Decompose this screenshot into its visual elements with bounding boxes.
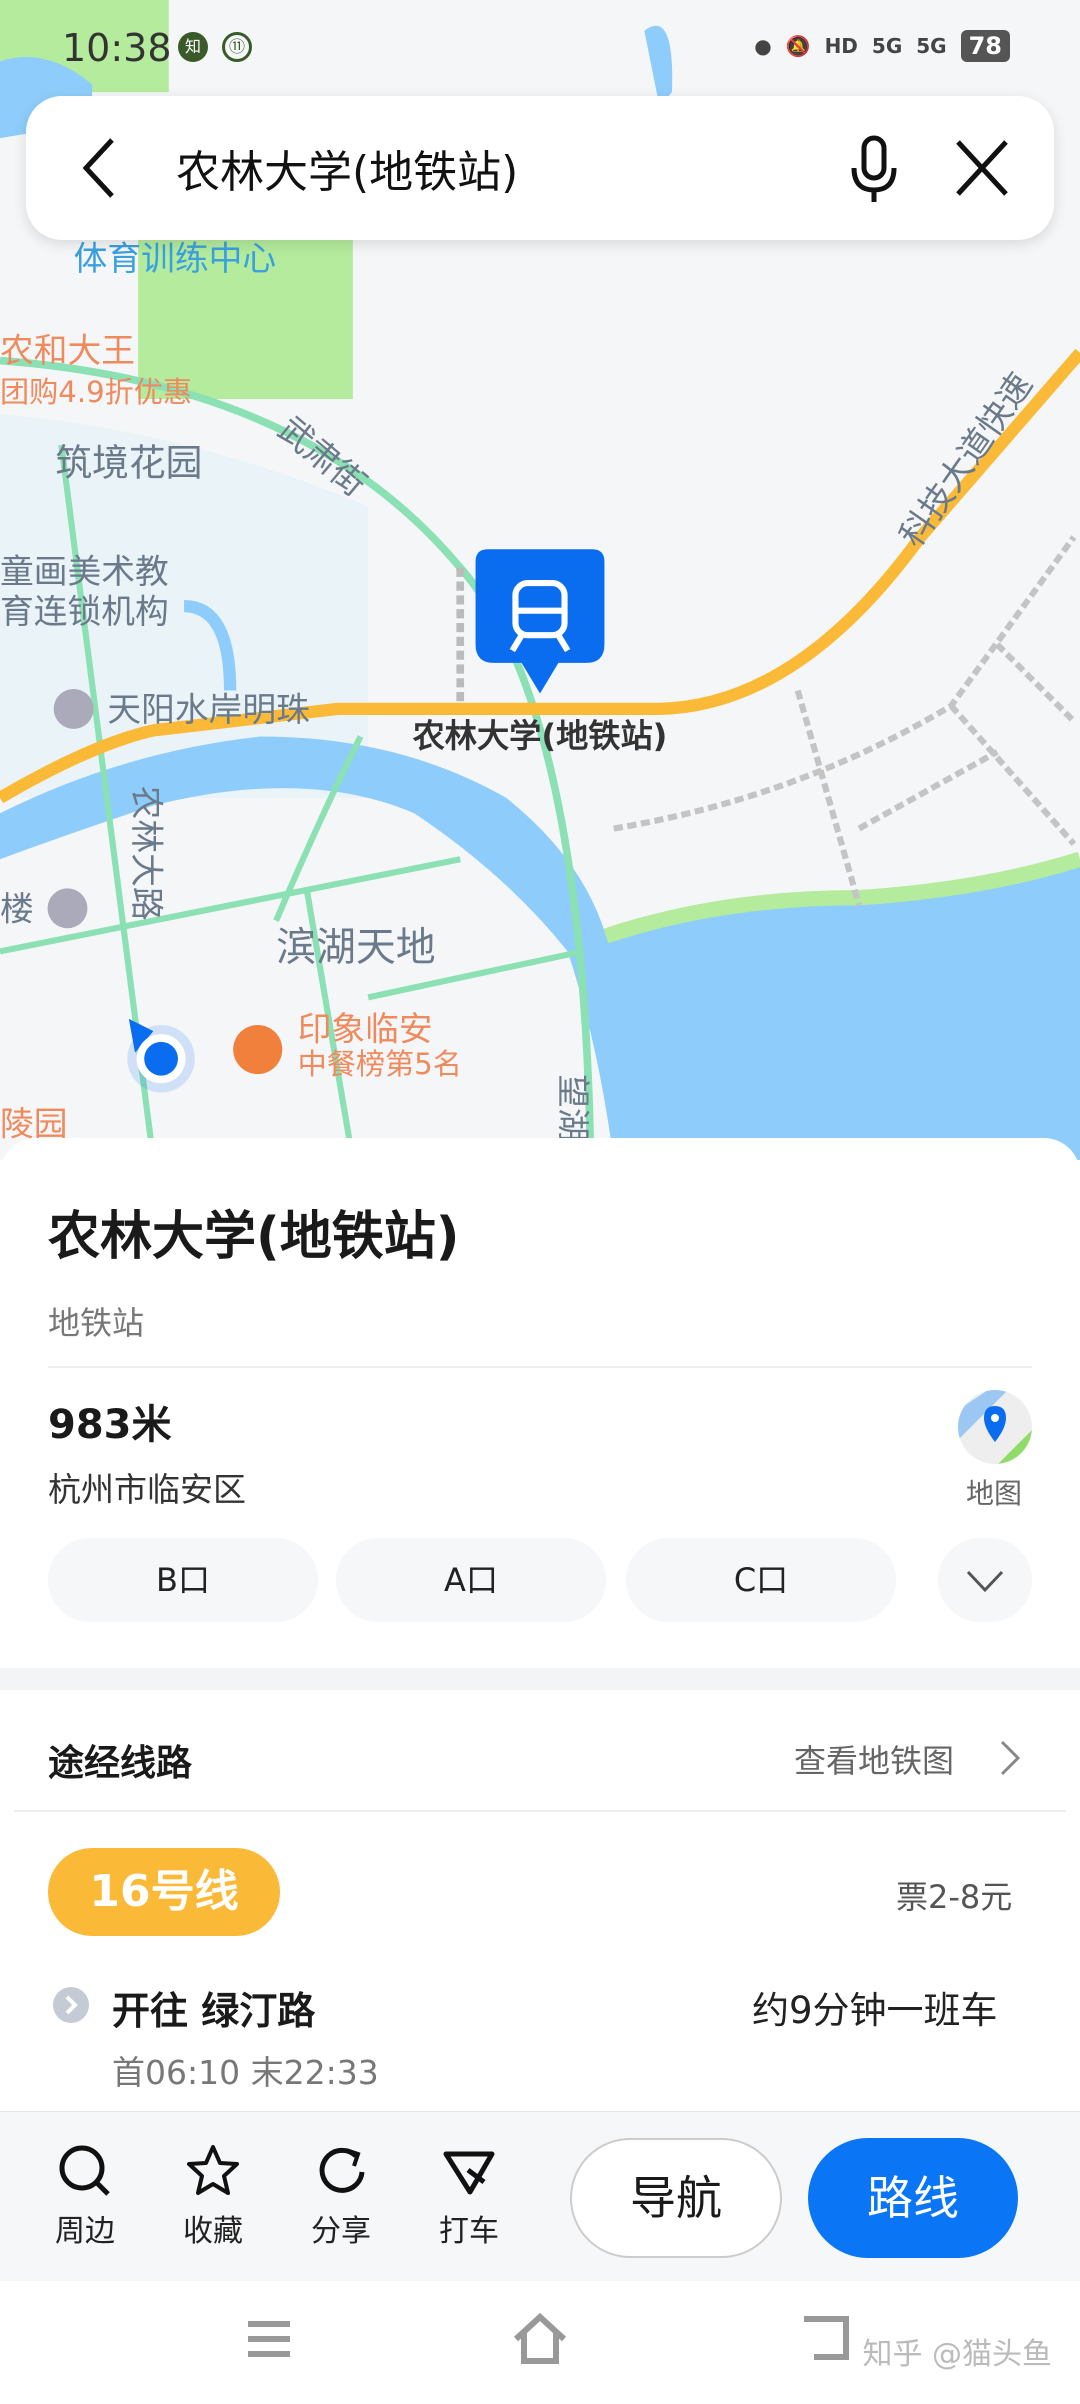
signal-icon: 5G: [916, 34, 947, 58]
divider: [48, 1366, 1032, 1368]
favorite-label: 收藏: [183, 2214, 243, 2249]
route-button[interactable]: 路线: [808, 2138, 1018, 2258]
search-input[interactable]: 农林大学(地铁站): [176, 136, 518, 200]
mute-icon: 🔕: [785, 34, 811, 58]
navigate-button[interactable]: 导航: [570, 2138, 782, 2258]
fare: 票2-8元: [896, 1878, 1013, 1916]
building-poi-icon[interactable]: [47, 888, 88, 929]
map-label[interactable]: 团购4.9折优惠: [0, 375, 192, 409]
chevron-down-icon: [966, 1570, 1004, 1593]
map-label[interactable]: 印象临安: [298, 1009, 433, 1048]
district: 杭州市临安区: [48, 1470, 246, 1509]
exit-chip-a[interactable]: A口: [336, 1538, 606, 1622]
home-icon[interactable]: [510, 2311, 570, 2367]
zhihu-icon: 知: [178, 32, 208, 62]
exit-chip-c[interactable]: C口: [626, 1538, 896, 1622]
nearby-button[interactable]: 周边: [40, 2142, 130, 2250]
microphone-icon[interactable]: [844, 134, 904, 204]
taxi-label: 打车: [439, 2214, 499, 2249]
status-bar: 10:38 知 ⑪ ● 🔕 HD 5G 5G 78: [0, 0, 1080, 96]
map-label[interactable]: 农和大王: [0, 331, 135, 370]
signal-icon: 5G: [871, 34, 903, 58]
map-button-label[interactable]: 地图: [966, 1472, 1022, 1512]
watermark: 知乎 @猫头鱼: [862, 2337, 1052, 2372]
share-icon: [319, 2147, 365, 2193]
battery-icon: 78: [960, 30, 1010, 62]
star-icon: [187, 2145, 239, 2195]
view-subway-map-link[interactable]: 查看地铁图: [794, 1736, 954, 1782]
share-label: 分享: [311, 2214, 371, 2249]
location-icon: ●: [754, 34, 772, 58]
frequency: 约9分钟一班车: [752, 1989, 998, 2032]
map-label: 农林大路: [127, 786, 166, 921]
section-gap: [0, 1668, 1080, 1690]
direction: 开往 绿汀路: [112, 1989, 316, 2033]
search-icon: [59, 2145, 110, 2196]
exit-chip-b[interactable]: B口: [48, 1538, 318, 1622]
back-nav-icon[interactable]: [800, 2313, 852, 2363]
distance: 983米: [48, 1402, 172, 1448]
close-icon[interactable]: [952, 136, 1012, 200]
line-badge[interactable]: 16号线: [48, 1848, 280, 1936]
marker-label: 农林大学(地铁站): [413, 717, 668, 755]
favorite-button[interactable]: 收藏: [168, 2142, 258, 2250]
nearby-label: 周边: [55, 2214, 115, 2249]
map-label[interactable]: 楼: [0, 890, 34, 929]
map-label[interactable]: 筑境花园: [55, 442, 202, 485]
divider: [14, 1810, 1066, 1812]
taxi-button[interactable]: 打车: [424, 2142, 514, 2250]
first-last-train: 首06:10 末22:33: [112, 2053, 379, 2092]
chevron-right-icon: [1000, 1740, 1021, 1776]
back-icon[interactable]: [70, 134, 130, 202]
menu-icon[interactable]: [246, 2319, 292, 2359]
map-label[interactable]: 滨湖天地: [276, 925, 436, 971]
place-category: 地铁站: [48, 1304, 145, 1342]
search-bar[interactable]: 农林大学(地铁站): [26, 96, 1054, 240]
place-title: 农林大学(地铁站): [48, 1207, 460, 1267]
map-label[interactable]: 童画美术教: [0, 552, 169, 591]
residence-poi-icon[interactable]: [53, 688, 94, 729]
map-label[interactable]: 天阳水岸明珠: [107, 690, 310, 729]
taxi-icon: [443, 2151, 495, 2195]
map-thumbnail-icon[interactable]: [958, 1390, 1032, 1464]
section-title: 途经线路: [48, 1743, 193, 1784]
action-bar: 周边 收藏 分享 打车 导航 路线: [0, 2111, 1080, 2281]
direction-icon: [53, 1987, 89, 2023]
app-icon: ⑪: [222, 32, 252, 62]
share-button[interactable]: 分享: [296, 2142, 386, 2250]
system-nav-bar: 知乎 @猫头鱼: [0, 2281, 1080, 2404]
map-label[interactable]: 中餐榜第5名: [298, 1047, 462, 1081]
restaurant-poi-icon[interactable]: [233, 1024, 283, 1075]
map-label[interactable]: 体育训练中心: [74, 239, 276, 278]
map-label[interactable]: 育连锁机构: [0, 592, 169, 631]
expand-exits-button[interactable]: [938, 1538, 1032, 1622]
map-label: 望湖: [553, 1074, 592, 1142]
status-time: 10:38: [62, 26, 172, 70]
hd-icon: HD: [824, 34, 858, 58]
